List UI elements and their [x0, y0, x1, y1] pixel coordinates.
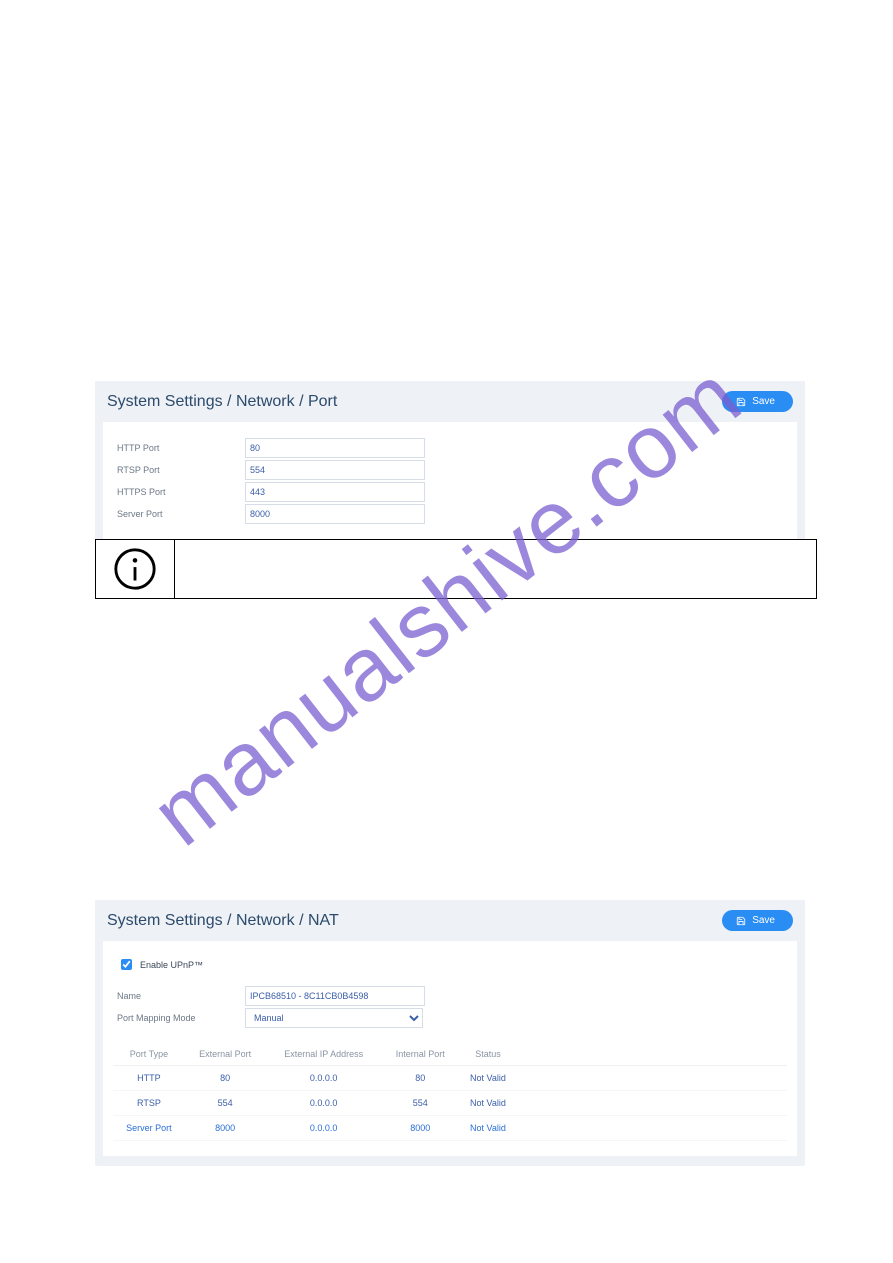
field-label: Server Port — [113, 509, 245, 519]
info-note — [95, 539, 817, 599]
cell-type: HTTP — [113, 1066, 185, 1091]
field-label: Port Mapping Mode — [113, 1013, 245, 1023]
field-label: HTTPS Port — [113, 487, 245, 497]
table-row[interactable]: Server Port 8000 0.0.0.0 8000 Not Valid — [113, 1116, 787, 1141]
save-icon — [736, 397, 746, 407]
info-note-content — [175, 540, 816, 598]
save-button-label: Save — [752, 396, 775, 407]
nat-panel-body: Enable UPnP™ Name Port Mapping Mode Manu… — [103, 941, 797, 1156]
table-header-row: Port Type External Port External IP Addr… — [113, 1043, 787, 1066]
cell-type: Server Port — [113, 1116, 185, 1141]
cell-int-port: 80 — [382, 1066, 459, 1091]
name-row: Name — [113, 985, 787, 1007]
cell-ext-port: 554 — [185, 1091, 266, 1116]
server-port-row: Server Port — [113, 503, 787, 525]
https-port-input[interactable] — [245, 482, 425, 502]
cell-ext-ip: 0.0.0.0 — [265, 1066, 382, 1091]
enable-upnp-row: Enable UPnP™ — [113, 956, 787, 973]
col-status: Status — [459, 1043, 518, 1066]
enable-upnp-label: Enable UPnP™ — [140, 960, 203, 970]
cell-ext-ip: 0.0.0.0 — [265, 1091, 382, 1116]
cell-int-port: 554 — [382, 1091, 459, 1116]
table-row[interactable]: RTSP 554 0.0.0.0 554 Not Valid — [113, 1091, 787, 1116]
cell-status: Not Valid — [459, 1091, 518, 1116]
cell-status: Not Valid — [459, 1116, 518, 1141]
name-input[interactable] — [245, 986, 425, 1006]
port-panel-body: HTTP Port RTSP Port HTTPS Port Server Po… — [103, 422, 797, 540]
mapping-mode-row: Port Mapping Mode Manual — [113, 1007, 787, 1029]
field-label: Name — [113, 991, 245, 1001]
field-label: HTTP Port — [113, 443, 245, 453]
rtsp-port-input[interactable] — [245, 460, 425, 480]
http-port-row: HTTP Port — [113, 437, 787, 459]
breadcrumb: System Settings / Network / Port — [107, 393, 337, 411]
nat-panel-header: System Settings / Network / NAT Save — [95, 900, 805, 941]
field-label: RTSP Port — [113, 465, 245, 475]
breadcrumb: System Settings / Network / NAT — [107, 912, 339, 930]
rtsp-port-row: RTSP Port — [113, 459, 787, 481]
http-port-input[interactable] — [245, 438, 425, 458]
port-mapping-table: Port Type External Port External IP Addr… — [113, 1043, 787, 1141]
col-port-type: Port Type — [113, 1043, 185, 1066]
cell-type: RTSP — [113, 1091, 185, 1116]
nat-settings-panel: System Settings / Network / NAT Save Ena… — [95, 900, 805, 1166]
save-button[interactable]: Save — [722, 910, 793, 931]
save-icon — [736, 916, 746, 926]
save-button[interactable]: Save — [722, 391, 793, 412]
save-button-label: Save — [752, 915, 775, 926]
enable-upnp-checkbox[interactable] — [121, 959, 132, 970]
port-panel-header: System Settings / Network / Port Save — [95, 381, 805, 422]
server-port-input[interactable] — [245, 504, 425, 524]
col-internal-port: Internal Port — [382, 1043, 459, 1066]
cell-ext-port: 8000 — [185, 1116, 266, 1141]
cell-ext-ip: 0.0.0.0 — [265, 1116, 382, 1141]
https-port-row: HTTPS Port — [113, 481, 787, 503]
col-external-ip: External IP Address — [265, 1043, 382, 1066]
cell-int-port: 8000 — [382, 1116, 459, 1141]
table-row[interactable]: HTTP 80 0.0.0.0 80 Not Valid — [113, 1066, 787, 1091]
port-settings-panel: System Settings / Network / Port Save HT… — [95, 381, 805, 550]
cell-ext-port: 80 — [185, 1066, 266, 1091]
col-external-port: External Port — [185, 1043, 266, 1066]
mapping-mode-select[interactable]: Manual — [245, 1008, 423, 1028]
info-icon — [96, 540, 175, 598]
cell-status: Not Valid — [459, 1066, 518, 1091]
